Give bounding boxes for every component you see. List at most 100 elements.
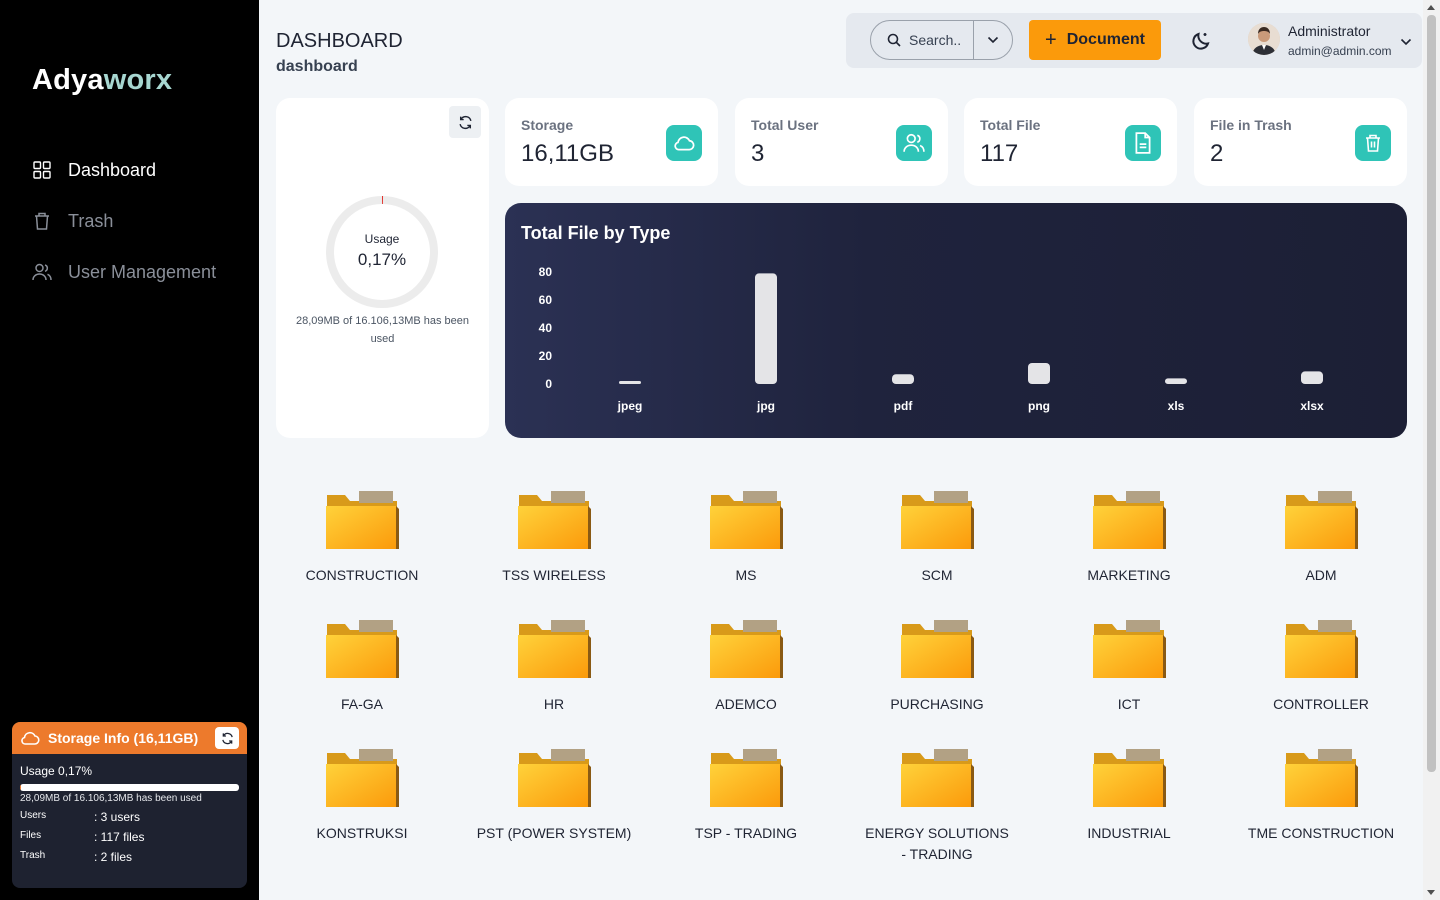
theme-toggle-moon-icon[interactable] xyxy=(1189,29,1213,53)
folder-item[interactable]: CONSTRUCTION xyxy=(277,489,447,586)
folder-icon xyxy=(1285,620,1358,678)
folder-name: CONTROLLER xyxy=(1273,696,1369,712)
top-toolbar: Search.. + Document Administrator admin@… xyxy=(846,13,1422,68)
folder-item[interactable]: CONTROLLER xyxy=(1236,618,1406,715)
refresh-icon[interactable] xyxy=(215,727,239,749)
chart-bar-jpeg[interactable] xyxy=(619,381,641,384)
search-icon xyxy=(887,33,901,47)
users-icon xyxy=(896,125,932,161)
search-group[interactable]: Search.. xyxy=(870,20,1013,60)
usage-donut-value: 0,17% xyxy=(357,250,407,269)
folder-icon xyxy=(901,491,974,549)
stat-card-total-file: Total File 117 xyxy=(964,98,1177,186)
storage-row-trash: Trash : 2 files xyxy=(20,850,239,864)
folder-name: ADEMCO xyxy=(715,696,777,712)
avatar[interactable] xyxy=(1248,23,1280,55)
folder-item[interactable]: KONSTRUKSI xyxy=(277,747,447,844)
y-tick-label: 20 xyxy=(539,349,553,363)
folder-item[interactable]: PURCHASING xyxy=(852,618,1022,715)
chart-bar-pdf[interactable] xyxy=(892,374,914,384)
brand-logo[interactable]: Adyaworx xyxy=(32,64,172,97)
sidebar-item-label: Trash xyxy=(68,210,114,231)
folder-icon xyxy=(326,749,399,807)
breadcrumb: dashboard xyxy=(276,58,358,75)
folder-icon xyxy=(518,749,591,807)
stat-label: Total File xyxy=(980,117,1041,133)
search-dropdown-button[interactable] xyxy=(974,36,1012,44)
folder-name: INDUSTRIAL xyxy=(1087,825,1171,841)
scroll-down-arrow-icon[interactable] xyxy=(1427,890,1435,895)
usage-description: 28,09MB of 16.106,13MB has been used xyxy=(295,315,470,345)
storage-usage-text: Usage 0,17% xyxy=(20,764,93,778)
x-tick-label: jpg xyxy=(756,399,775,413)
y-tick-label: 0 xyxy=(545,377,552,391)
sidebar-item-trash[interactable]: Trash xyxy=(32,206,113,236)
folder-item[interactable]: TSS WIRELESS xyxy=(469,489,639,586)
refresh-icon[interactable] xyxy=(449,106,481,138)
folder-item[interactable]: MARKETING xyxy=(1044,489,1214,586)
chart-card: Total File by Type 0 20 40 60 80 jpeg jpg pdf pn… xyxy=(505,203,1407,438)
folder-name: KONSTRUKSI xyxy=(316,825,408,841)
storage-info-card: Storage Info (16,11GB) Usage 0,17% 28,09… xyxy=(12,722,247,888)
grid-icon xyxy=(32,160,52,180)
folder-name: SCM xyxy=(921,567,953,583)
folder-item[interactable]: ENERGY SOLUTIONS - TRADING xyxy=(852,747,1022,865)
storage-progress-bar xyxy=(20,784,239,791)
user-name[interactable]: Administrator xyxy=(1288,23,1370,39)
y-tick-label: 40 xyxy=(539,321,553,335)
storage-row-files: Files : 117 files xyxy=(20,830,239,844)
folder-name: HR xyxy=(543,696,565,712)
folder-item[interactable]: ICT xyxy=(1044,618,1214,715)
stat-value: 3 xyxy=(751,140,765,167)
trash-icon xyxy=(1355,125,1391,161)
stat-label: File in Trash xyxy=(1210,117,1292,133)
folder-item[interactable]: MS xyxy=(661,489,831,586)
folder-icon xyxy=(1093,491,1166,549)
trash-icon xyxy=(32,211,52,231)
chart-bar-png[interactable] xyxy=(1028,363,1050,384)
folder-icon xyxy=(710,491,783,549)
search-input[interactable]: Search.. xyxy=(871,21,974,59)
chart-bar-jpg[interactable] xyxy=(755,273,777,384)
folder-name: PURCHASING xyxy=(890,696,984,712)
folder-icon xyxy=(710,620,783,678)
folder-item[interactable]: ADEMCO xyxy=(661,618,831,715)
storage-used-text: 28,09MB of 16.106,13MB has been used xyxy=(20,793,202,804)
folder-item[interactable]: INDUSTRIAL xyxy=(1044,747,1214,844)
usage-card: Usage 0,17% 28,09MB of 16.106,13MB has b… xyxy=(276,98,489,438)
folder-icon xyxy=(518,620,591,678)
folder-name: MARKETING xyxy=(1087,567,1171,583)
folder-icon xyxy=(518,491,591,549)
folder-item[interactable]: FA-GA xyxy=(277,618,447,715)
x-tick-label: xlsx xyxy=(1300,399,1324,413)
chart-bar-xlsx[interactable] xyxy=(1301,371,1323,384)
stat-value: 2 xyxy=(1210,140,1224,167)
storage-row-key: Trash xyxy=(20,850,46,861)
scroll-up-arrow-icon[interactable] xyxy=(1427,5,1435,10)
usage-donut-label: Usage xyxy=(364,232,400,246)
sidebar-item-user-management[interactable]: User Management xyxy=(32,257,216,287)
sidebar-item-label: User Management xyxy=(68,261,217,282)
stat-card-storage: Storage 16,11GB xyxy=(505,98,718,186)
add-document-label: Document xyxy=(1066,31,1145,48)
add-document-button[interactable]: + Document xyxy=(1029,20,1161,60)
users-icon xyxy=(32,262,52,282)
stat-label: Total User xyxy=(751,117,819,133)
storage-row-key: Files xyxy=(20,830,42,841)
storage-info-title: Storage Info (16,11GB) xyxy=(48,730,199,746)
folder-item[interactable]: ADM xyxy=(1236,489,1406,586)
folder-item[interactable]: TME CONSTRUCTION xyxy=(1236,747,1406,844)
folder-icon xyxy=(326,491,399,549)
scrollbar[interactable] xyxy=(1423,0,1440,900)
folder-name: FA-GA xyxy=(340,696,383,712)
stat-card-total-user: Total User 3 xyxy=(735,98,948,186)
folder-item[interactable]: SCM xyxy=(852,489,1022,586)
folder-item[interactable]: HR xyxy=(469,618,639,715)
chevron-down-icon[interactable] xyxy=(1400,33,1412,51)
sidebar-item-dashboard[interactable]: Dashboard xyxy=(32,155,156,185)
folder-icon xyxy=(1285,749,1358,807)
scrollbar-thumb[interactable] xyxy=(1427,15,1436,772)
chart-bar-xls[interactable] xyxy=(1165,378,1187,384)
folder-item[interactable]: TSP - TRADING xyxy=(661,747,831,844)
folder-item[interactable]: PST (POWER SYSTEM) xyxy=(469,747,639,844)
